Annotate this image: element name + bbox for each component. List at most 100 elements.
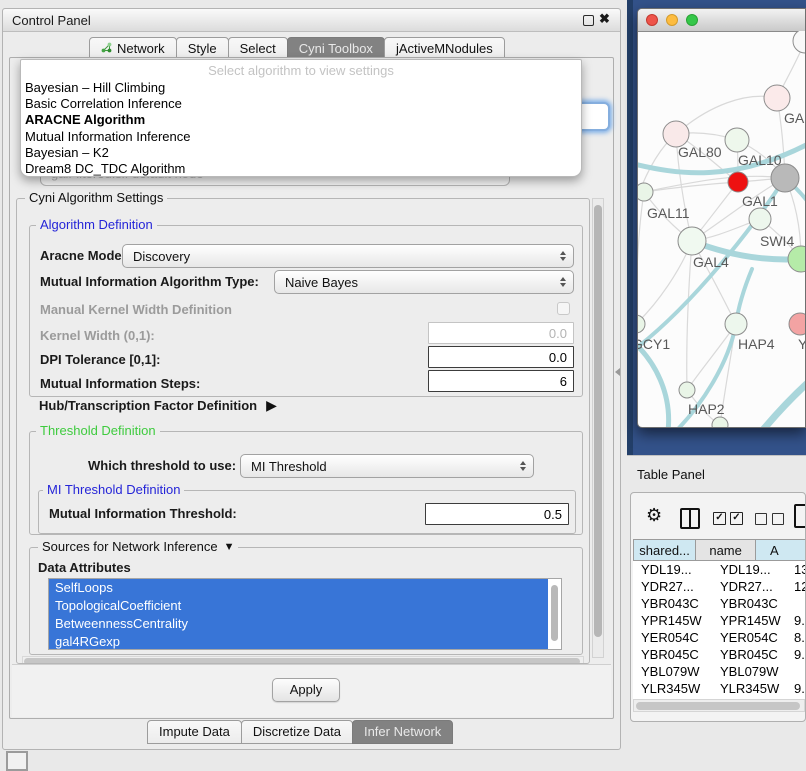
stepper-icon — [520, 461, 526, 471]
tab-impute-data[interactable]: Impute Data — [147, 720, 242, 744]
table-row[interactable]: YBR043CYBR043C — [633, 595, 805, 612]
network-view-window[interactable]: GALGAL80GAL10GAL1GAL11GAL4SWI4GCY1HAP4YH… — [637, 8, 806, 428]
tab-label: jActiveMNodules — [396, 41, 493, 56]
control-panel-title: Control Panel — [12, 13, 91, 28]
settings-vertical-scrollbar[interactable] — [592, 198, 604, 658]
table-row[interactable]: YLR345WYLR345W9. — [633, 680, 805, 697]
deselect-all-icon[interactable] — [755, 513, 784, 525]
scrollbar-thumb[interactable] — [636, 702, 800, 710]
mi-type-combobox[interactable]: Naive Bayes — [274, 270, 574, 294]
table-row[interactable]: YBL079WYBL079W — [633, 663, 805, 680]
network-node[interactable] — [728, 172, 748, 192]
control-panel-window: Control Panel ✖ NetworkStyleSelectCyni T… — [2, 8, 621, 750]
aracne-mode-combobox[interactable]: Discovery — [122, 244, 574, 268]
group-title: Cyni Algorithm Settings — [25, 190, 167, 205]
network-node-gcy1[interactable] — [638, 315, 645, 333]
table-cell: YDR27... — [633, 578, 712, 595]
node-label: GAL80 — [678, 144, 722, 160]
tab-infer-network[interactable]: Infer Network — [352, 720, 453, 744]
table-row[interactable]: YDR27...YDR27...12 — [633, 578, 805, 595]
data-attributes-list[interactable]: SelfLoopsTopologicalCoefficientBetweenne… — [48, 578, 562, 650]
algorithm-option-basic-correlation-inference[interactable]: Basic Correlation Inference — [21, 96, 581, 112]
node-label: SWI4 — [760, 233, 794, 249]
float-window-icon[interactable] — [583, 15, 594, 26]
apply-button[interactable]: Apply — [272, 678, 340, 702]
dpi-tolerance-field[interactable] — [428, 346, 574, 368]
column-header-shared-[interactable]: shared... — [633, 539, 696, 561]
network-node-swi4[interactable] — [788, 246, 806, 272]
table-cell: YDL19... — [712, 561, 788, 578]
which-threshold-label: Which threshold to use: — [88, 458, 236, 473]
network-node-gal10[interactable] — [725, 128, 749, 152]
hub-definition-row[interactable]: Hub/Transcription Factor Definition ▶ — [39, 397, 277, 414]
network-node-gal11[interactable] — [638, 183, 653, 201]
network-canvas[interactable]: GALGAL80GAL10GAL1GAL11GAL4SWI4GCY1HAP4YH… — [638, 31, 806, 428]
network-node-gal1[interactable] — [749, 208, 771, 230]
column-header-a[interactable]: A — [755, 539, 805, 561]
table-row[interactable]: YPR145WYPR145W9. — [633, 612, 805, 629]
panel-footer: Apply — [12, 664, 611, 717]
table-row[interactable]: YBR045CYBR045C9. — [633, 646, 805, 663]
scrollbar-thumb[interactable] — [594, 205, 602, 637]
unchecked-box-icon — [755, 513, 767, 525]
minimize-traffic-light-icon[interactable] — [666, 14, 678, 26]
network-window-titlebar[interactable] — [638, 9, 806, 32]
column-header-name[interactable]: name — [695, 539, 756, 561]
table-cell: 8. — [788, 629, 805, 646]
cyni-toolbox-panel: galFiltered.sif default node Select algo… — [9, 57, 614, 719]
chevron-down-icon[interactable]: ▼ — [224, 541, 235, 553]
network-node[interactable] — [771, 164, 799, 192]
which-threshold-combobox[interactable]: MI Threshold — [240, 454, 534, 478]
kernel-width-field[interactable] — [428, 322, 574, 344]
dropdown-items: Bayesian – Hill ClimbingBasic Correlatio… — [21, 80, 581, 177]
table-horizontal-scrollbar[interactable] — [633, 699, 805, 712]
combobox-value: Naive Bayes — [285, 275, 358, 290]
chevron-right-icon[interactable]: ▶ — [266, 397, 277, 414]
attribute-item-selfloops[interactable]: SelfLoops — [49, 579, 548, 597]
algorithm-option-dream8-dc-tdc-algorithm[interactable]: Dream8 DC_TDC Algorithm — [21, 161, 581, 177]
algorithm-option-bayesian-k2[interactable]: Bayesian – K2 — [21, 145, 581, 161]
manual-kernel-checkbox[interactable] — [557, 302, 570, 315]
algorithm-option-mutual-information-inference[interactable]: Mutual Information Inference — [21, 129, 581, 145]
network-node-y[interactable] — [789, 313, 806, 335]
mi-threshold-field[interactable] — [425, 503, 569, 525]
network-node-gal[interactable] — [764, 85, 790, 111]
network-node[interactable] — [712, 417, 728, 428]
table-cell: 9. — [788, 680, 805, 697]
close-traffic-light-icon[interactable] — [646, 14, 658, 26]
algorithm-dropdown-popup: Select algorithm to view settings Bayesi… — [20, 59, 582, 177]
node-label: GAL — [784, 110, 806, 126]
cyni-algorithm-settings-group: Cyni Algorithm Settings Algorithm Defini… — [16, 198, 590, 664]
zoom-traffic-light-icon[interactable] — [686, 14, 698, 26]
group-title: Threshold Definition — [36, 423, 160, 438]
select-all-icon[interactable]: ✓ ✓ — [713, 512, 743, 525]
mi-steps-field[interactable] — [428, 370, 574, 392]
network-node-hap2[interactable] — [679, 382, 695, 398]
tab-discretize-data[interactable]: Discretize Data — [241, 720, 353, 744]
columns-icon[interactable] — [680, 508, 700, 529]
close-icon[interactable]: ✖ — [599, 11, 610, 27]
network-node[interactable] — [793, 31, 806, 53]
node-label: GAL1 — [742, 193, 778, 209]
tab-label: Cyni Toolbox — [299, 41, 373, 56]
node-table: shared...nameA YDL19...YDL19...13YDR27..… — [633, 539, 805, 701]
table-panel-title: Table Panel — [637, 467, 705, 482]
node-label: HAP4 — [738, 336, 775, 352]
table-row[interactable]: YER054CYER054C8. — [633, 629, 805, 646]
algorithm-option-aracne-algorithm[interactable]: ARACNE Algorithm — [21, 112, 581, 128]
attribute-item-topologicalcoefficient[interactable]: TopologicalCoefficient — [49, 597, 548, 615]
table-cell: YPR145W — [633, 612, 712, 629]
table-row[interactable]: YDL19...YDL19...13 — [633, 561, 805, 578]
attribute-item-betweennesscentrality[interactable]: BetweennessCentrality — [49, 615, 548, 633]
network-node-hap4[interactable] — [725, 313, 747, 335]
scrollbar-thumb[interactable] — [551, 585, 558, 641]
splitter-collapse-icon[interactable] — [615, 368, 620, 376]
network-node-gal4[interactable] — [678, 227, 706, 255]
group-title-row[interactable]: Sources for Network Inference ▼ — [38, 539, 238, 554]
algorithm-option-bayesian-hill-climbing[interactable]: Bayesian – Hill Climbing — [21, 80, 581, 96]
document-icon[interactable] — [794, 504, 806, 528]
collapsed-panel-icon[interactable] — [6, 751, 28, 771]
attribute-item-gal4rgexp[interactable]: gal4RGexp — [49, 633, 548, 650]
mi-threshold-group: MI Threshold Definition Mutual Informati… — [38, 490, 576, 534]
gear-icon[interactable]: ⚙ — [646, 505, 662, 526]
